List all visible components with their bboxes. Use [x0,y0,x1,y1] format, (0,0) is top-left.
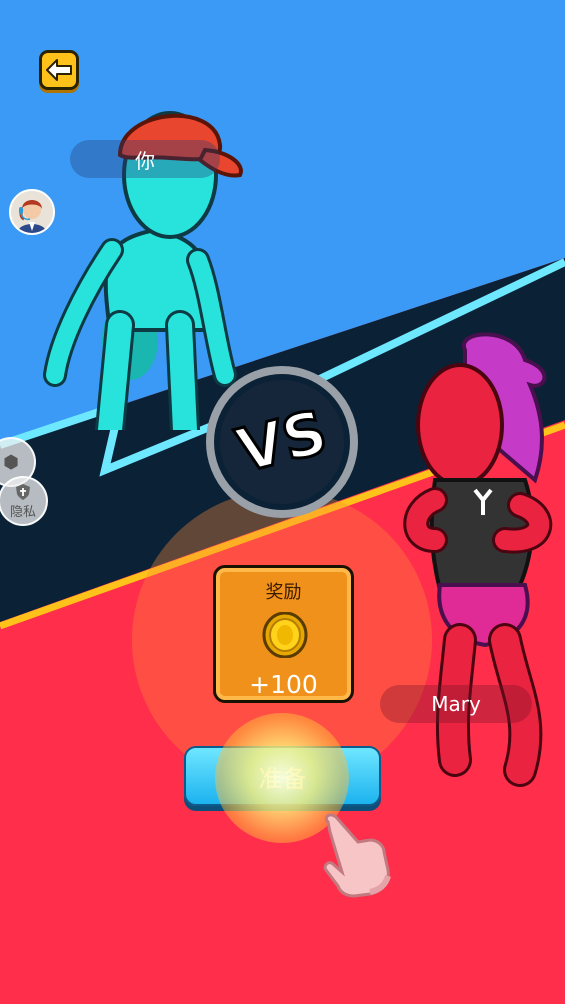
back-button[interactable] [39,50,79,90]
privacy-button[interactable]: 隐私 [0,476,48,526]
coin-icon [262,612,308,658]
reward-card: 奖励 +100 [213,565,354,703]
customer-service-avatar[interactable] [9,189,55,235]
reward-title: 奖励 [265,582,302,603]
support-agent-icon [11,191,53,233]
reward-amount: +100 [249,670,318,699]
pointing-hand-icon [323,813,391,898]
arrow-left-icon [46,59,72,81]
player-name-opponent: Mary [380,685,532,723]
vs-badge: VS [206,366,358,518]
shield-icon [16,483,30,500]
cube-icon: ⬢ [3,451,19,473]
player-name-you: 你 [70,140,220,178]
ready-button-label: 准备 [258,764,307,793]
ready-button[interactable]: 准备 [184,746,381,806]
privacy-label: 隐私 [9,504,36,520]
